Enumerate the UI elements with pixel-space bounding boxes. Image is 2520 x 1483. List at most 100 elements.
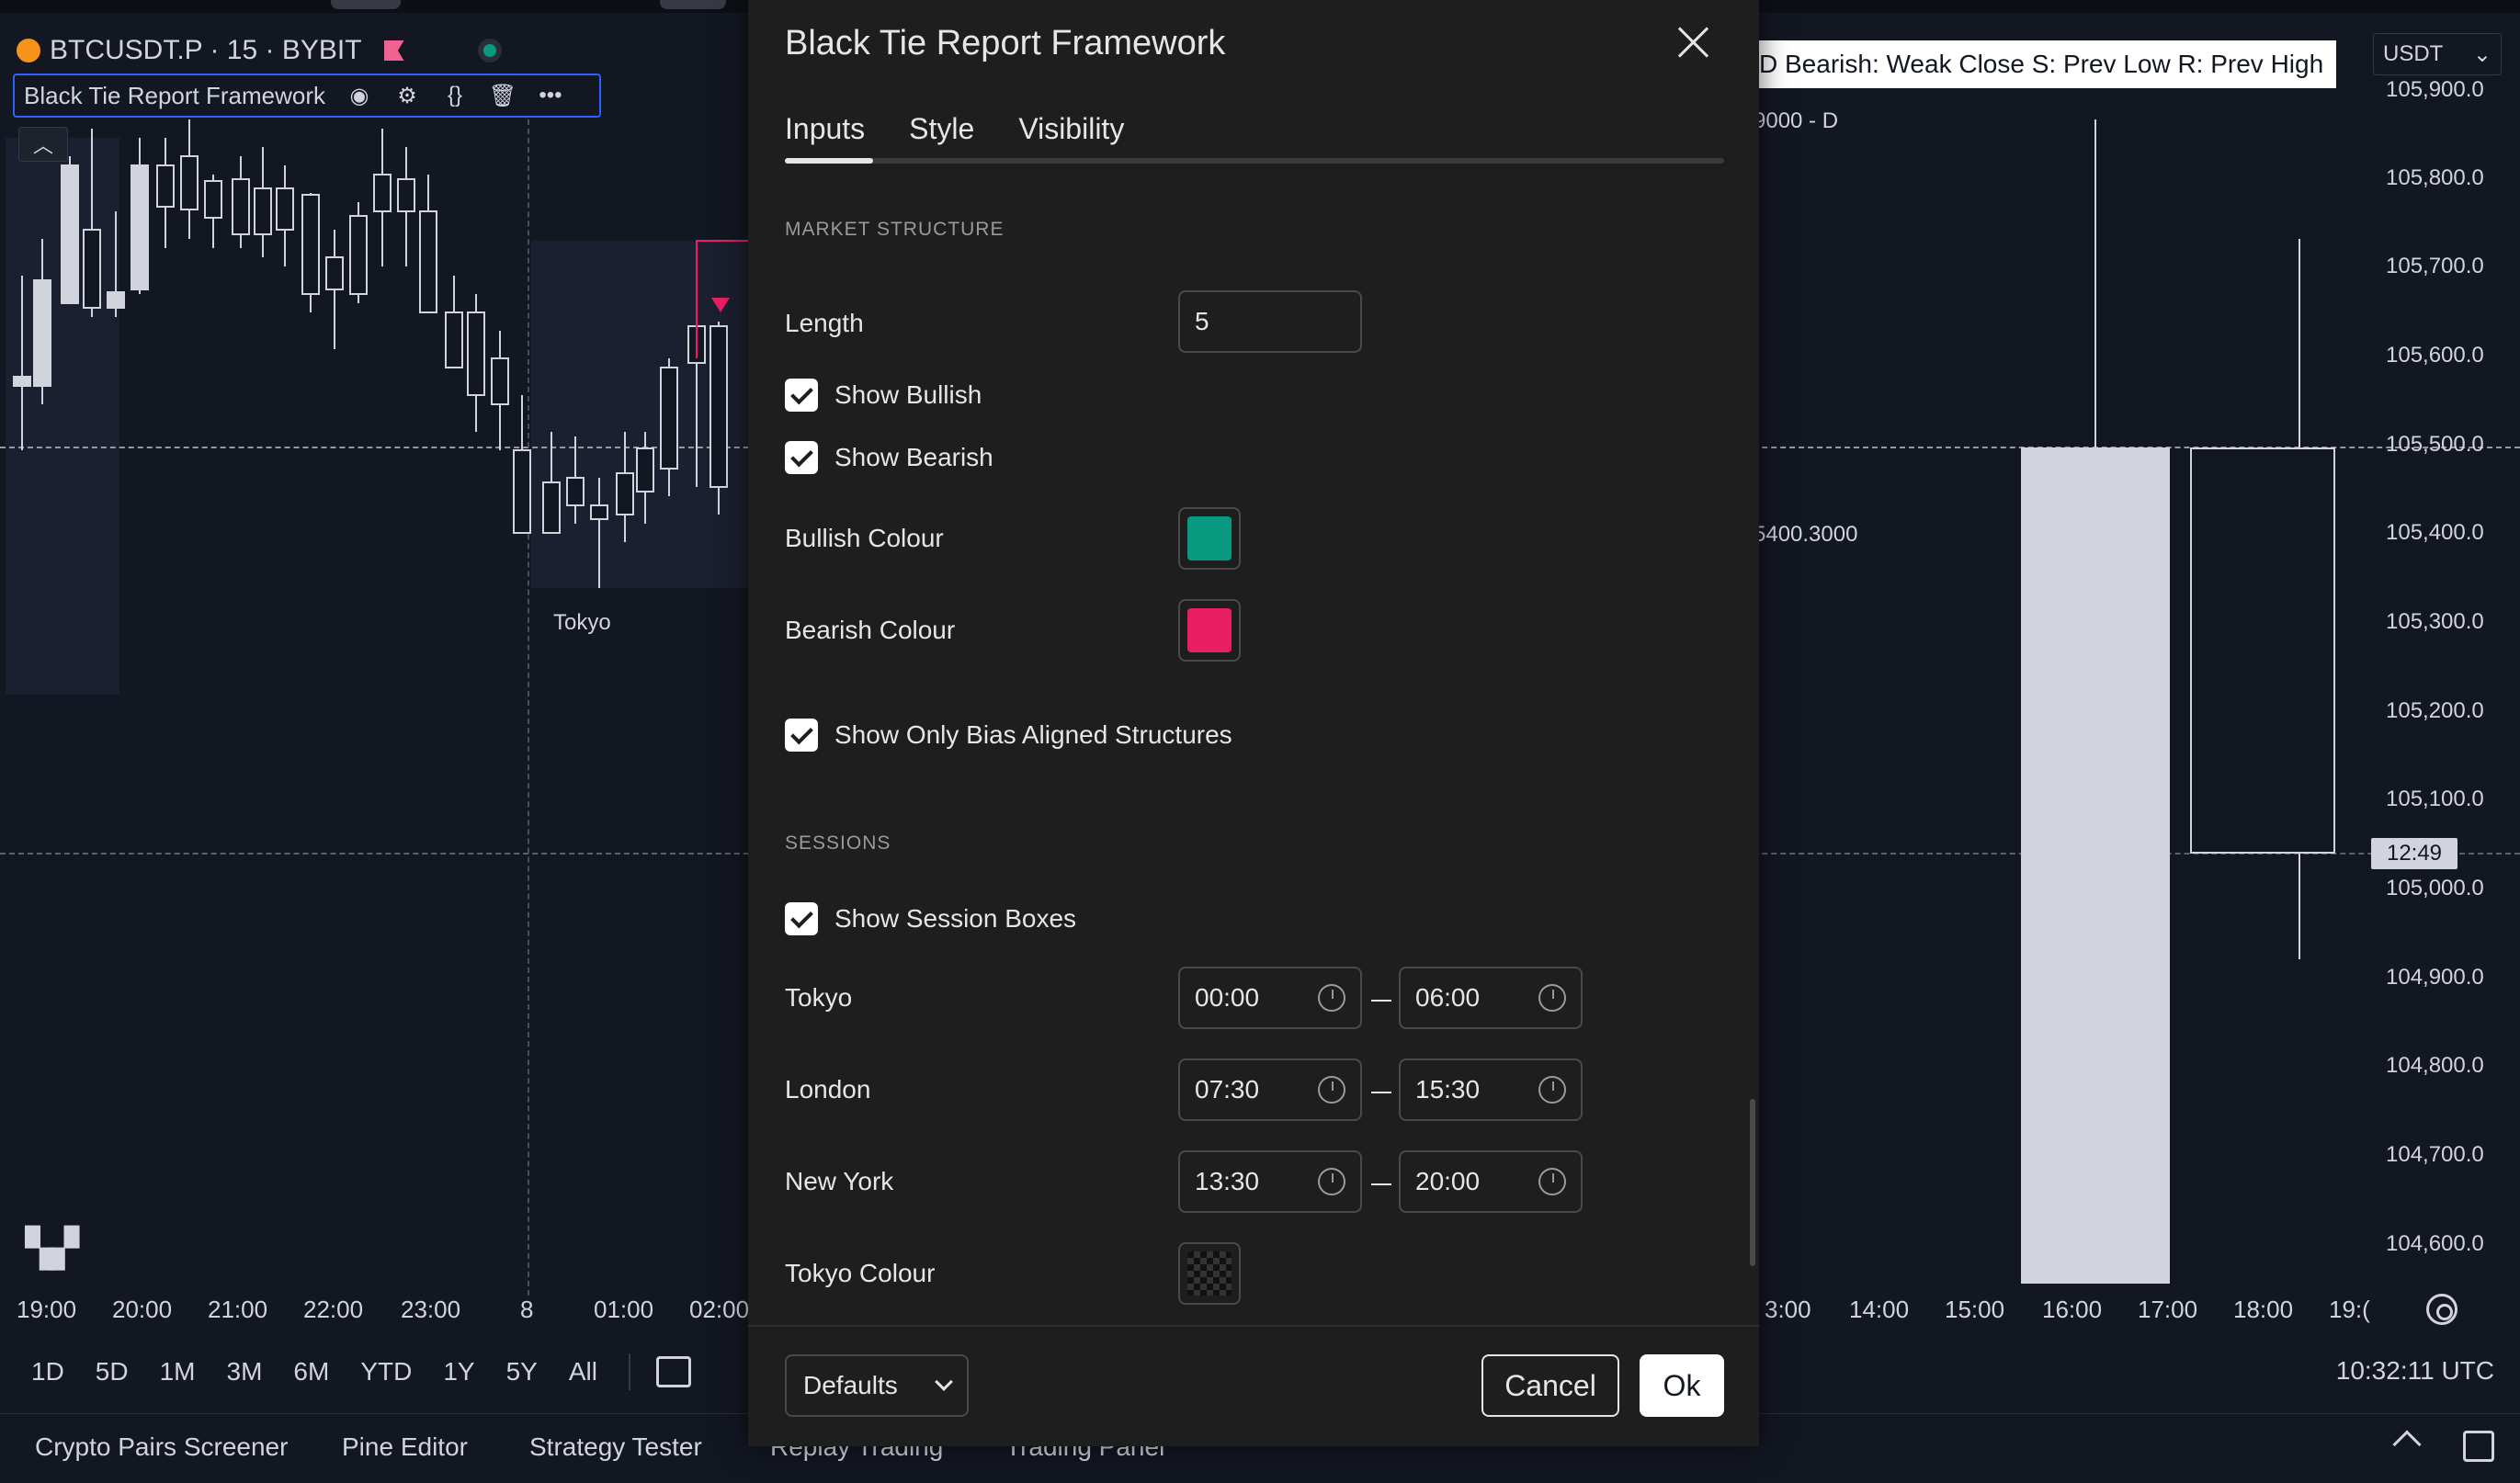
time-tick: 15:00 (1945, 1296, 2005, 1323)
candle-body (301, 194, 320, 295)
chevron-up-icon[interactable] (2392, 1430, 2422, 1459)
price-tick: 104,600.0 (2386, 1231, 2484, 1256)
range-1d-button[interactable]: 1D (31, 1357, 64, 1387)
clock-icon (1538, 984, 1566, 1012)
tokyo-colour-swatch[interactable] (1178, 1242, 1241, 1305)
range-3m-button[interactable]: 3M (227, 1357, 263, 1387)
show-bias-checkbox[interactable] (785, 719, 818, 752)
eye-icon[interactable]: ◉ (346, 82, 373, 109)
time-tick: 17:00 (2138, 1296, 2198, 1323)
indicator-legend-right: D Bearish: Weak Close S: Prev Low R: Pre… (1746, 40, 2337, 88)
tokyo-colour-label: Tokyo Colour (785, 1259, 936, 1287)
maximize-icon[interactable] (2463, 1431, 2494, 1462)
time-tick: 16:00 (2042, 1296, 2103, 1323)
candle-body (33, 279, 51, 387)
session-name-new-york: New York (785, 1167, 894, 1195)
candle-body (83, 229, 101, 309)
flag-icon[interactable] (383, 40, 404, 61)
more-icon[interactable]: ••• (537, 82, 564, 109)
bullish-colour-swatch[interactable] (1178, 507, 1241, 570)
session-name-london: London (785, 1075, 871, 1104)
tab-visibility[interactable]: Visibility (1018, 112, 1124, 159)
range-6m-button[interactable]: 6M (293, 1357, 329, 1387)
candle-body (566, 477, 585, 506)
clock-icon (1318, 1168, 1345, 1195)
show-session-boxes-row[interactable]: Show Session Boxes (785, 902, 1076, 935)
section-market-structure: MARKET STRUCTURE (785, 219, 1005, 240)
indicator-legend[interactable]: Black Tie Report Framework ◉ ⚙ {} 🗑 ••• (13, 74, 601, 118)
tradingview-logo: ▚▞ (26, 1228, 78, 1269)
tab-crypto-pairs-screener[interactable]: Crypto Pairs Screener (35, 1432, 288, 1462)
time-value: 07:30 (1195, 1075, 1260, 1104)
close-icon[interactable] (1674, 24, 1711, 61)
chevron-down-icon (935, 1373, 953, 1391)
tokyo-end-time[interactable]: 06:00 (1399, 967, 1583, 1029)
chart-settings-gear-icon[interactable] (2426, 1294, 2458, 1325)
tab-pine-editor[interactable]: Pine Editor (342, 1432, 468, 1462)
bearish-colour-swatch[interactable] (1178, 599, 1241, 662)
time-tick: 14:00 (1849, 1296, 1910, 1323)
candle-body (419, 210, 437, 313)
utc-clock[interactable]: 10:32:11 UTC (2336, 1356, 2494, 1386)
market-open-icon (477, 39, 502, 62)
price-tick: 105,000.0 (2386, 876, 2484, 900)
range-1y-button[interactable]: 1Y (443, 1357, 474, 1387)
candle-body (542, 481, 561, 534)
symbol-title[interactable]: BTCUSDT.P · 15 · BYBIT (50, 35, 362, 66)
show-bullish-checkbox[interactable] (785, 379, 818, 412)
london-start-time[interactable]: 07:30 (1178, 1058, 1362, 1121)
candle-body (349, 215, 368, 295)
range-ytd-button[interactable]: YTD (360, 1357, 412, 1387)
clock-icon (1538, 1168, 1566, 1195)
london-end-time[interactable]: 15:30 (1399, 1058, 1583, 1121)
dialog-scrollbar[interactable] (1750, 1099, 1755, 1266)
candle-body (2021, 447, 2170, 1284)
candle-body (276, 187, 294, 231)
price-axis[interactable]: 105,900.0 105,800.0 105,700.0 105,600.0 … (2362, 70, 2520, 1292)
bearish-colour-label: Bearish Colour (785, 616, 956, 644)
ok-button[interactable]: Ok (1640, 1354, 1724, 1417)
tokyo-start-time[interactable]: 00:00 (1178, 967, 1362, 1029)
dialog-title: Black Tie Report Framework (785, 24, 1226, 62)
session-name-tokyo: Tokyo (785, 983, 853, 1012)
settings-icon[interactable]: ⚙ (393, 82, 421, 109)
price-tick: 105,200.0 (2386, 698, 2484, 723)
range-1m-button[interactable]: 1M (160, 1357, 196, 1387)
show-bullish-label: Show Bullish (834, 380, 982, 409)
time-tick: 02:00 (689, 1296, 750, 1323)
price-tick: 104,900.0 (2386, 965, 2484, 990)
show-session-boxes-checkbox[interactable] (785, 902, 818, 935)
symbol-header[interactable]: BTCUSDT.P · 15 · BYBIT (17, 35, 502, 66)
range-all-button[interactable]: All (569, 1357, 597, 1387)
source-code-icon[interactable]: {} (441, 82, 469, 109)
candle-body (636, 447, 654, 492)
range-5d-button[interactable]: 5D (96, 1357, 129, 1387)
clock-icon (1318, 984, 1345, 1012)
range-dash (1371, 1092, 1391, 1093)
show-bias-row[interactable]: Show Only Bias Aligned Structures (785, 719, 1232, 752)
price-tick: 105,700.0 (2386, 254, 2484, 278)
range-5y-button[interactable]: 5Y (506, 1357, 538, 1387)
collapse-legend-button[interactable]: ︿ (18, 127, 68, 162)
calendar-icon[interactable] (655, 1356, 691, 1387)
tab-style[interactable]: Style (909, 112, 974, 159)
indicator-name[interactable]: Black Tie Report Framework (24, 82, 325, 110)
show-bullish-row[interactable]: Show Bullish (785, 379, 982, 412)
time-tick: 3:00 (1765, 1296, 1811, 1323)
tab-inputs[interactable]: Inputs (785, 112, 865, 159)
trash-icon[interactable]: 🗑 (489, 82, 516, 109)
new-york-end-time[interactable]: 20:00 (1399, 1150, 1583, 1213)
show-bearish-checkbox[interactable] (785, 441, 818, 474)
tab-strategy-tester[interactable]: Strategy Tester (529, 1432, 702, 1462)
clock-icon (1538, 1076, 1566, 1104)
time-tick: 23:00 (401, 1296, 461, 1323)
cancel-button[interactable]: Cancel (1481, 1354, 1619, 1417)
show-bearish-label: Show Bearish (834, 443, 993, 471)
defaults-dropdown[interactable]: Defaults (785, 1354, 969, 1417)
show-bearish-row[interactable]: Show Bearish (785, 441, 993, 474)
active-tab-indicator (785, 158, 873, 164)
range-dash (1371, 1000, 1391, 1002)
new-york-start-time[interactable]: 13:30 (1178, 1150, 1362, 1213)
section-sessions: SESSIONS (785, 832, 891, 854)
length-input[interactable]: 5 (1178, 290, 1362, 353)
